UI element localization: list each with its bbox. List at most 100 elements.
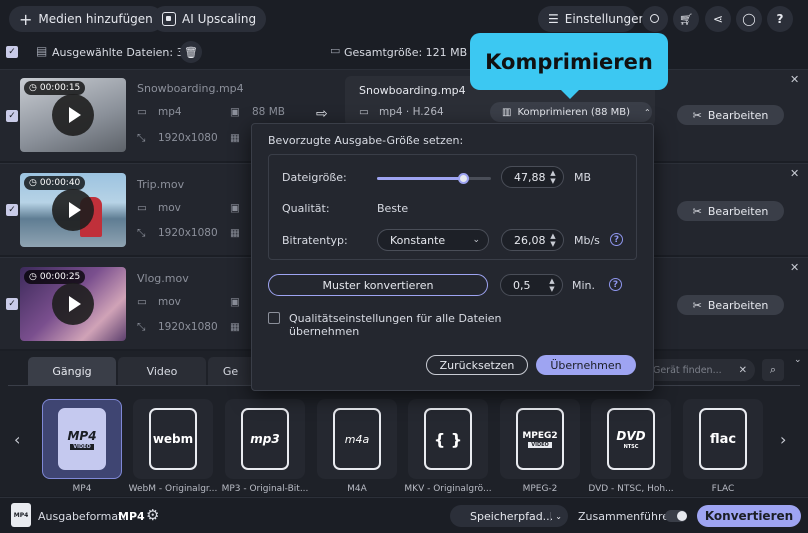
compress-button[interactable]: ▥ Komprimieren (88 MB) ⌃ xyxy=(490,102,652,122)
output-codec: mp4 · H.264 xyxy=(379,106,444,118)
tab-devices[interactable]: Ge xyxy=(208,357,253,385)
remove-file-icon[interactable]: ✕ xyxy=(790,261,799,274)
quality-label: Qualität: xyxy=(282,202,330,215)
add-media-button[interactable]: + Medien hinzufügen xyxy=(9,6,163,32)
bitrate-type-select[interactable]: Konstante ⌄ xyxy=(377,229,489,251)
edit-button[interactable]: ✂ Bearbeiten xyxy=(677,201,784,221)
resize-icon: ⤡ xyxy=(137,321,146,333)
device-detect-button[interactable]: ⌕ xyxy=(762,359,784,381)
format-mpeg2[interactable]: MPEG2 VIDEO xyxy=(500,399,580,479)
reset-button[interactable]: Zurücksetzen xyxy=(426,355,528,375)
filesize-input[interactable]: 47,88 ▲ ▼ xyxy=(501,166,564,188)
search-button[interactable] xyxy=(642,6,668,32)
format-mp4[interactable]: MP4 VIDEO xyxy=(42,399,122,479)
share-button[interactable]: ⋖ xyxy=(705,6,731,32)
collapse-chevron-icon[interactable]: ⌄ xyxy=(794,355,802,365)
bitrate-unit: Mb/s xyxy=(574,234,600,247)
clear-icon[interactable]: ✕ xyxy=(739,365,747,376)
apply-all-checkbox[interactable] xyxy=(268,312,280,324)
stepper-icon[interactable]: ▲ ▼ xyxy=(548,277,556,293)
m4a-icon: m4a xyxy=(333,408,381,470)
file-checkbox[interactable]: ✓ xyxy=(6,204,18,216)
check-icon: ✓ xyxy=(8,205,16,215)
format-label: MPEG-2 xyxy=(522,484,558,494)
delete-button[interactable]: 🗑︎ xyxy=(180,41,202,63)
resolution: 1920x1080 xyxy=(158,227,218,239)
format-label: MP4 xyxy=(72,484,92,494)
format-mkv[interactable]: { } xyxy=(408,399,488,479)
filesize-slider[interactable] xyxy=(377,173,491,184)
stepper-icon[interactable]: ▲ ▼ xyxy=(549,232,557,248)
sample-duration-input[interactable]: 0,5 ▲ ▼ xyxy=(500,274,563,296)
tab-popular[interactable]: Gängig xyxy=(28,357,116,385)
ai-chip-icon xyxy=(162,12,176,26)
edit-button[interactable]: ✂ Bearbeiten xyxy=(677,105,784,125)
share-icon: ⋖ xyxy=(712,12,724,26)
merge-toggle[interactable] xyxy=(665,510,687,522)
cart-button[interactable]: 🛒︎ xyxy=(673,6,699,32)
filesize-label: Dateigröße: xyxy=(282,171,347,184)
compress-label: Komprimieren (88 MB) xyxy=(517,106,631,118)
add-media-label: Medien hinzufügen xyxy=(38,12,153,26)
flac-icon: flac xyxy=(699,408,747,470)
clock-icon: ◷ xyxy=(29,83,37,93)
file-format: mp4 xyxy=(158,106,182,118)
tab-video[interactable]: Video xyxy=(118,357,206,385)
edit-button[interactable]: ✂ Bearbeiten xyxy=(677,295,784,315)
format-label: MKV - Originalgrö... xyxy=(404,484,492,494)
format-m4a[interactable]: m4a xyxy=(317,399,397,479)
play-button[interactable] xyxy=(52,189,94,231)
cart-icon: 🛒︎ xyxy=(679,12,693,26)
save-path-dropdown[interactable]: Speicherpfad... ⌄ xyxy=(450,505,568,527)
stepper-icon[interactable]: ▲ ▼ xyxy=(549,169,557,185)
video-thumbnail[interactable]: ◷ 00:00:15 xyxy=(20,78,126,152)
resize-icon: ⤡ xyxy=(137,227,146,239)
resolution: 1920x1080 xyxy=(158,321,218,333)
video-thumbnail[interactable]: ◷ 00:00:40 xyxy=(20,173,126,247)
remove-file-icon[interactable]: ✕ xyxy=(790,73,799,86)
format-flac[interactable]: flac xyxy=(683,399,763,479)
play-icon xyxy=(68,107,81,123)
scissors-icon: ✂ xyxy=(692,108,702,122)
select-all-checkbox[interactable]: ✓ xyxy=(6,46,18,58)
apply-button[interactable]: Übernehmen xyxy=(536,355,636,375)
help-icon[interactable]: ? xyxy=(609,278,622,291)
format-dvd[interactable]: DVD NTSC xyxy=(591,399,671,479)
file-checkbox[interactable]: ✓ xyxy=(6,110,18,122)
help-button[interactable]: ? xyxy=(767,6,793,32)
chevron-right-icon[interactable]: › xyxy=(780,430,786,449)
format-webm[interactable]: webm xyxy=(133,399,213,479)
output-format-value: MP4 xyxy=(118,510,145,523)
selected-files-text: Ausgewählte Dateien: 3/3 xyxy=(52,46,195,59)
settings-label: Einstellungen xyxy=(564,12,647,26)
convert-button[interactable]: Konvertieren xyxy=(697,505,801,527)
duration-text: 00:00:15 xyxy=(39,83,81,93)
remove-file-icon[interactable]: ✕ xyxy=(790,167,799,180)
play-button[interactable] xyxy=(52,283,94,325)
quality-value: Beste xyxy=(377,202,409,215)
gear-icon[interactable]: ⚙ xyxy=(146,506,159,524)
grid-icon: ▦ xyxy=(230,227,240,239)
help-icon[interactable]: ? xyxy=(610,233,623,246)
edit-label: Bearbeiten xyxy=(707,204,769,218)
ai-upscaling-button[interactable]: AI Upscaling xyxy=(152,6,267,32)
chevron-left-icon[interactable]: ‹ xyxy=(14,430,20,449)
bitrate-input[interactable]: 26,08 ▲ ▼ xyxy=(501,229,564,251)
format-mp3[interactable]: mp3 xyxy=(225,399,305,479)
format-label: DVD - NTSC, Hoh... xyxy=(588,484,674,494)
play-button[interactable] xyxy=(52,94,94,136)
user-icon: ◯ xyxy=(742,12,756,26)
slider-handle[interactable] xyxy=(457,173,469,184)
settings-button[interactable]: ☰ Einstellungen xyxy=(538,6,646,32)
grid-icon: ▦ xyxy=(230,321,240,333)
file-checkbox[interactable]: ✓ xyxy=(6,298,18,310)
account-button[interactable]: ◯ xyxy=(736,6,762,32)
video-thumbnail[interactable]: ◷ 00:00:25 xyxy=(20,267,126,341)
check-icon: ✓ xyxy=(8,47,16,57)
device-search-input[interactable]: Gerät finden... ✕ xyxy=(645,359,755,381)
dialog-title: Bevorzugte Ausgabe-Größe setzen: xyxy=(268,134,464,147)
clock-icon: ◷ xyxy=(29,178,37,188)
plus-icon: + xyxy=(19,9,33,29)
sample-convert-button[interactable]: Muster konvertieren xyxy=(268,274,488,296)
file-size: 88 MB xyxy=(252,106,285,118)
